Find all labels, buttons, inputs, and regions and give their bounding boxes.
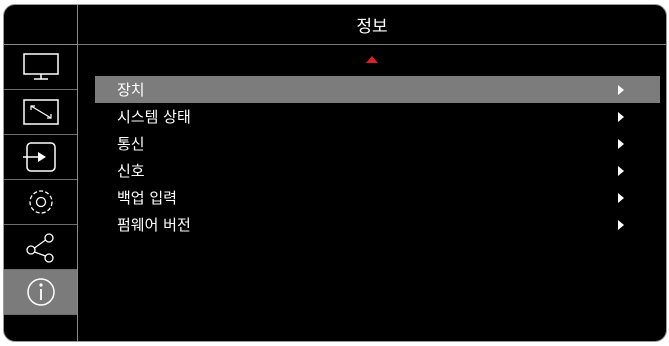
menu-item-label: 신호	[117, 162, 145, 180]
info-icon	[26, 278, 55, 306]
sidebar-item-resize[interactable]	[4, 90, 77, 135]
monitor-icon	[22, 53, 59, 80]
menu-item-label: 백업 입력	[117, 189, 177, 207]
menu-item-communication[interactable]: 통신	[95, 130, 660, 157]
menu-item-system-status[interactable]: 시스템 상태	[95, 103, 660, 130]
menu-item-device[interactable]: 장치	[95, 76, 660, 103]
chevron-right-icon	[618, 111, 624, 122]
menu-item-signal[interactable]: 신호	[95, 157, 660, 184]
chevron-right-icon	[618, 192, 624, 203]
menu-list: 장치 시스템 상태 통신 신호 백업 입력 펌웨어 버전	[95, 76, 660, 238]
menu-header: 정보	[78, 5, 666, 45]
resize-icon	[22, 99, 59, 125]
menu-item-label: 시스템 상태	[117, 108, 191, 126]
sidebar-item-network[interactable]	[4, 225, 77, 270]
sidebar-item-information[interactable]	[4, 270, 77, 315]
scroll-up-arrow-icon[interactable]	[366, 56, 378, 63]
menu-item-label: 펌웨어 버전	[117, 216, 191, 234]
menu-item-backup-input[interactable]: 백업 입력	[95, 184, 660, 211]
sidebar-top-spacer	[4, 5, 77, 45]
menu-item-label: 통신	[117, 135, 145, 153]
page-title: 정보	[356, 17, 388, 37]
sidebar	[4, 5, 78, 341]
settings-icon	[28, 190, 53, 214]
chevron-right-icon	[618, 165, 624, 176]
input-icon	[22, 142, 56, 172]
network-icon	[25, 233, 54, 263]
sidebar-item-input[interactable]	[4, 135, 77, 180]
chevron-right-icon	[618, 219, 624, 230]
menu-item-firmware-version[interactable]: 펌웨어 버전	[95, 211, 660, 238]
sidebar-item-settings[interactable]	[4, 180, 77, 225]
chevron-right-icon	[618, 84, 624, 95]
menu-item-label: 장치	[117, 81, 145, 99]
sidebar-item-display[interactable]	[4, 45, 77, 90]
chevron-right-icon	[618, 138, 624, 149]
